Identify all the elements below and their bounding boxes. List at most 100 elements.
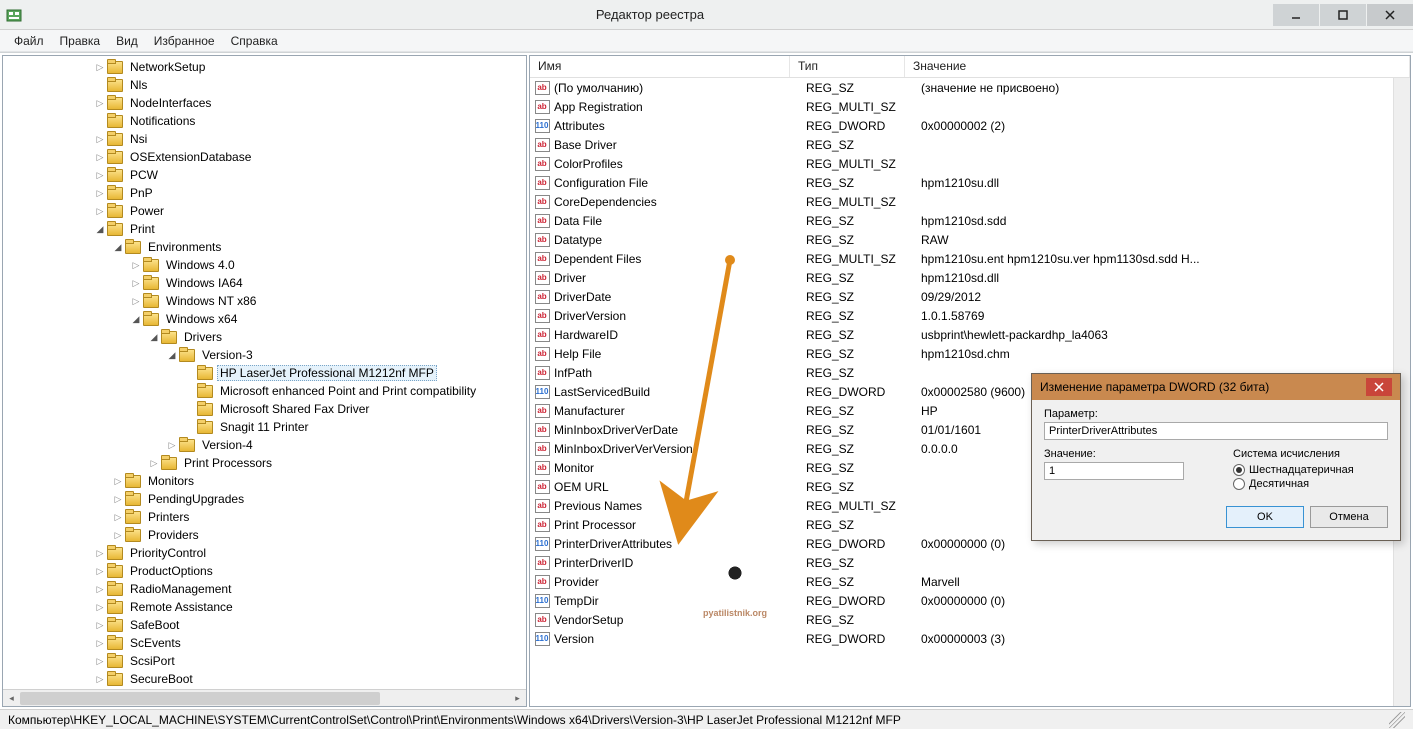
tree-item[interactable]: Remote Assistance [3,598,526,616]
value-row[interactable]: abHardwareIDREG_SZusbprint\hewlett-packa… [530,325,1410,344]
tree-item[interactable]: Snagit 11 Printer [3,418,526,436]
cancel-button[interactable]: Отмена [1310,506,1388,528]
expander-closed-icon[interactable] [93,603,107,612]
expander-closed-icon[interactable] [129,279,143,288]
col-type[interactable]: Тип [790,56,905,77]
maximize-button[interactable] [1320,4,1366,26]
radix-dec-radio[interactable]: Десятичная [1233,478,1388,490]
tree-item[interactable]: SafeBoot [3,616,526,634]
value-row[interactable]: abDatatypeREG_SZRAW [530,230,1410,249]
expander-open-icon[interactable] [129,315,143,324]
menu-view[interactable]: Вид [108,32,146,50]
expander-closed-icon[interactable] [111,531,125,540]
tree-item[interactable]: Version-4 [3,436,526,454]
value-row[interactable]: 110TempDirREG_DWORD0x00000000 (0) [530,591,1410,610]
expander-closed-icon[interactable] [165,441,179,450]
value-row[interactable]: 110AttributesREG_DWORD0x00000002 (2) [530,116,1410,135]
expander-closed-icon[interactable] [93,567,107,576]
tree-item[interactable]: SecureBoot [3,670,526,688]
tree-item[interactable]: PnP [3,184,526,202]
tree-item[interactable]: Windows 4.0 [3,256,526,274]
value-row[interactable]: abPrinterDriverIDREG_SZ [530,553,1410,572]
expander-closed-icon[interactable] [111,495,125,504]
expander-closed-icon[interactable] [129,297,143,306]
tree-item[interactable]: RadioManagement [3,580,526,598]
tree-item[interactable]: Print Processors [3,454,526,472]
expander-open-icon[interactable] [93,225,107,234]
value-input[interactable] [1044,462,1184,480]
value-row[interactable]: abApp RegistrationREG_MULTI_SZ [530,97,1410,116]
tree-item[interactable]: PriorityControl [3,544,526,562]
tree-item[interactable]: Nsi [3,130,526,148]
tree-item[interactable]: ProductOptions [3,562,526,580]
tree-item[interactable]: HP LaserJet Professional M1212nf MFP [3,364,526,382]
expander-closed-icon[interactable] [93,207,107,216]
radix-hex-radio[interactable]: Шестнадцатеричная [1233,464,1388,476]
expander-closed-icon[interactable] [93,153,107,162]
scroll-track[interactable] [20,690,509,706]
tree-item[interactable]: Monitors [3,472,526,490]
scroll-right-icon[interactable]: ▸ [509,690,526,707]
tree-item[interactable]: Windows NT x86 [3,292,526,310]
expander-closed-icon[interactable] [93,585,107,594]
expander-open-icon[interactable] [165,351,179,360]
value-row[interactable]: abHelp FileREG_SZhpm1210sd.chm [530,344,1410,363]
expander-closed-icon[interactable] [111,513,125,522]
tree-item[interactable]: ScsiPort [3,652,526,670]
expander-closed-icon[interactable] [147,459,161,468]
tree-scroll[interactable]: NetworkSetupNlsNodeInterfacesNotificatio… [3,56,526,689]
tree-item[interactable]: Power [3,202,526,220]
tree-item[interactable]: Notifications [3,112,526,130]
expander-closed-icon[interactable] [93,675,107,684]
value-row[interactable]: abCoreDependenciesREG_MULTI_SZ [530,192,1410,211]
tree-item[interactable]: PCW [3,166,526,184]
tree-hscrollbar[interactable]: ◂ ▸ [3,689,526,706]
tree-item[interactable]: NodeInterfaces [3,94,526,112]
value-row[interactable]: abDriverDateREG_SZ09/29/2012 [530,287,1410,306]
expander-closed-icon[interactable] [93,657,107,666]
expander-open-icon[interactable] [111,243,125,252]
value-row[interactable]: abDependent FilesREG_MULTI_SZhpm1210su.e… [530,249,1410,268]
value-row[interactable]: abBase DriverREG_SZ [530,135,1410,154]
expander-closed-icon[interactable] [93,63,107,72]
expander-closed-icon[interactable] [93,639,107,648]
col-name[interactable]: Имя [530,56,790,77]
expander-closed-icon[interactable] [93,621,107,630]
value-row[interactable]: abColorProfilesREG_MULTI_SZ [530,154,1410,173]
dialog-titlebar[interactable]: Изменение параметра DWORD (32 бита) [1032,374,1400,400]
value-row[interactable]: abDriverREG_SZhpm1210sd.dll [530,268,1410,287]
menu-favorites[interactable]: Избранное [146,32,223,50]
tree-item[interactable]: Providers [3,526,526,544]
scroll-thumb[interactable] [20,692,380,705]
menu-help[interactable]: Справка [223,32,286,50]
expander-closed-icon[interactable] [93,99,107,108]
value-row[interactable]: abVendorSetupREG_SZ [530,610,1410,629]
expander-closed-icon[interactable] [93,189,107,198]
param-name-input[interactable] [1044,422,1388,440]
expander-closed-icon[interactable] [93,171,107,180]
scroll-left-icon[interactable]: ◂ [3,690,20,707]
ok-button[interactable]: OK [1226,506,1304,528]
tree-item[interactable]: Version-3 [3,346,526,364]
tree-item[interactable]: Environments [3,238,526,256]
value-row[interactable]: abConfiguration FileREG_SZhpm1210su.dll [530,173,1410,192]
tree-item[interactable]: NetworkSetup [3,58,526,76]
menu-file[interactable]: Файл [6,32,52,50]
value-row[interactable]: 110VersionREG_DWORD0x00000003 (3) [530,629,1410,648]
tree-item[interactable]: Microsoft Shared Fax Driver [3,400,526,418]
tree-item[interactable]: PendingUpgrades [3,490,526,508]
value-row[interactable]: abProviderREG_SZMarvell [530,572,1410,591]
value-row[interactable]: abData FileREG_SZhpm1210sd.sdd [530,211,1410,230]
menu-edit[interactable]: Правка [52,32,109,50]
tree-item[interactable]: Windows x64 [3,310,526,328]
tree-item[interactable]: Nls [3,76,526,94]
expander-closed-icon[interactable] [129,261,143,270]
tree-item[interactable]: Print [3,220,526,238]
expander-closed-icon[interactable] [111,477,125,486]
tree-item[interactable]: OSExtensionDatabase [3,148,526,166]
close-button[interactable] [1367,4,1413,26]
tree-item[interactable]: Drivers [3,328,526,346]
col-value[interactable]: Значение [905,56,1410,77]
tree-item[interactable]: ScEvents [3,634,526,652]
tree-item[interactable]: Printers [3,508,526,526]
